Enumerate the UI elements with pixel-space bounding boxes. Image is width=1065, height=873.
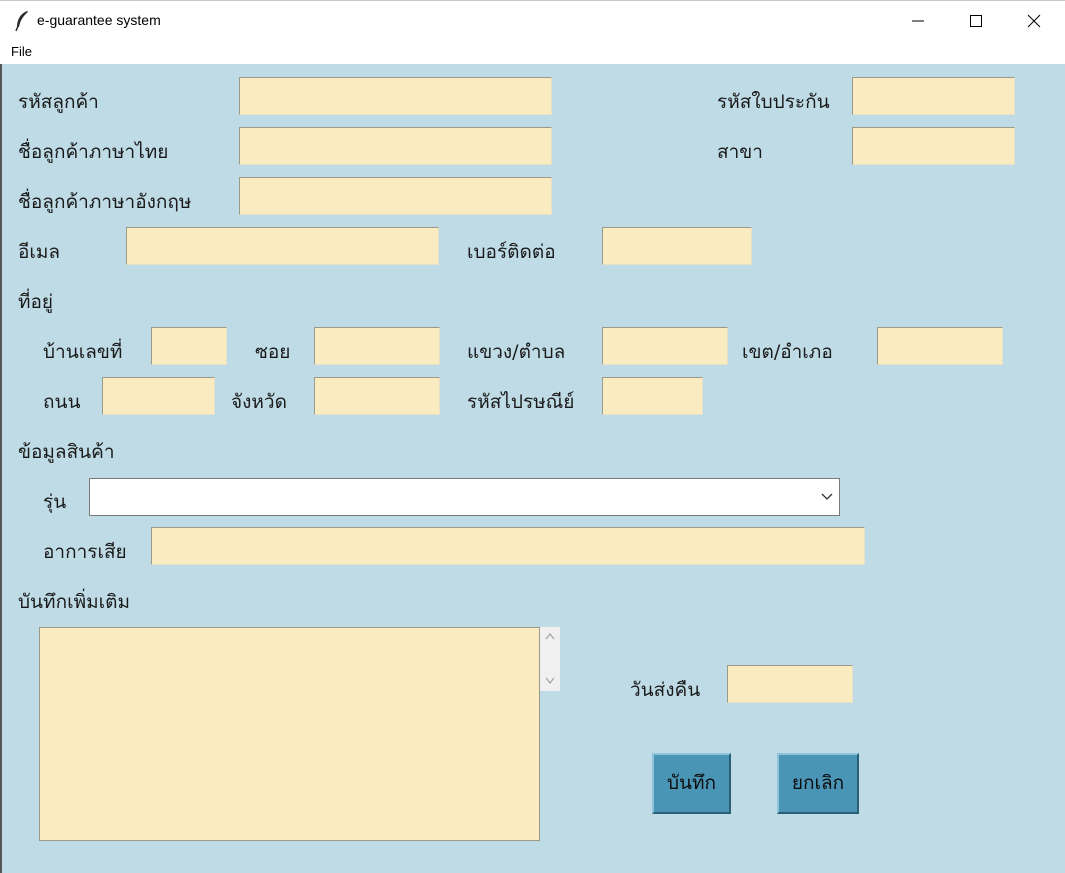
notes-label: บันทึกเพิ่มเติม [18, 591, 130, 613]
road-input[interactable] [102, 377, 215, 415]
maximize-icon [970, 15, 982, 27]
district-label: เขต/อำเภอ [742, 341, 833, 363]
cancel-button[interactable]: ยกเลิก [777, 753, 859, 814]
minimize-button[interactable] [889, 1, 947, 41]
window-title: e-guarantee system [37, 12, 161, 28]
chevron-up-icon [545, 633, 555, 640]
chevron-down-icon [821, 493, 833, 500]
branch-input[interactable] [852, 127, 1015, 165]
customer-code-label: รหัสลูกค้า [18, 91, 99, 113]
address-section-label: ที่อยู่ [18, 291, 54, 313]
house-no-label: บ้านเลขที่ [43, 341, 123, 363]
close-icon [1027, 14, 1041, 28]
warranty-cert-label: รหัสใบประกัน [717, 91, 830, 113]
province-input[interactable] [314, 377, 440, 415]
symptom-input[interactable] [151, 527, 865, 565]
phone-input[interactable] [602, 227, 752, 265]
scroll-down-button[interactable] [540, 671, 560, 691]
customer-name-th-input[interactable] [239, 127, 552, 165]
subdistrict-input[interactable] [602, 327, 728, 365]
house-no-input[interactable] [151, 327, 227, 365]
phone-label: เบอร์ติดต่อ [467, 241, 556, 263]
chevron-down-icon [545, 677, 555, 684]
maximize-button[interactable] [947, 1, 1005, 41]
customer-name-en-input[interactable] [239, 177, 552, 215]
save-button[interactable]: บันทึก [652, 753, 731, 814]
menu-file[interactable]: File [11, 44, 32, 59]
scroll-up-button[interactable] [540, 627, 560, 647]
feather-icon [14, 10, 30, 32]
return-date-input[interactable] [727, 665, 853, 703]
soi-label: ซอย [255, 341, 291, 363]
title-bar: e-guarantee system [0, 0, 1065, 40]
postcode-input[interactable] [602, 377, 703, 415]
notes-scrollbar[interactable] [540, 627, 560, 691]
form-panel: รหัสลูกค้า รหัสใบประกัน ชื่อลูกค้าภาษาไท… [2, 64, 1065, 873]
product-section-label: ข้อมูลสินค้า [18, 441, 115, 463]
email-label: อีเมล [18, 241, 61, 263]
customer-name-th-label: ชื่อลูกค้าภาษาไทย [18, 141, 169, 163]
subdistrict-label: แขวง/ตำบล [467, 341, 566, 363]
warranty-cert-input[interactable] [852, 77, 1015, 115]
email-input[interactable] [126, 227, 439, 265]
branch-label: สาขา [717, 141, 763, 163]
customer-name-en-label: ชื่อลูกค้าภาษาอังกฤษ [18, 191, 192, 213]
customer-code-input[interactable] [239, 77, 552, 115]
minimize-icon [912, 20, 924, 22]
model-combobox[interactable] [89, 478, 840, 516]
district-input[interactable] [877, 327, 1003, 365]
symptom-label: อาการเสีย [43, 541, 127, 563]
close-button[interactable] [1005, 1, 1063, 41]
notes-textarea[interactable] [39, 627, 540, 841]
menu-bar: File [0, 40, 1065, 64]
road-label: ถนน [43, 391, 81, 413]
province-label: จังหวัด [231, 391, 287, 413]
return-date-label: วันส่งคืน [630, 679, 701, 701]
postcode-label: รหัสไปรษณีย์ [467, 391, 575, 413]
model-label: รุ่น [43, 491, 67, 513]
soi-input[interactable] [314, 327, 440, 365]
